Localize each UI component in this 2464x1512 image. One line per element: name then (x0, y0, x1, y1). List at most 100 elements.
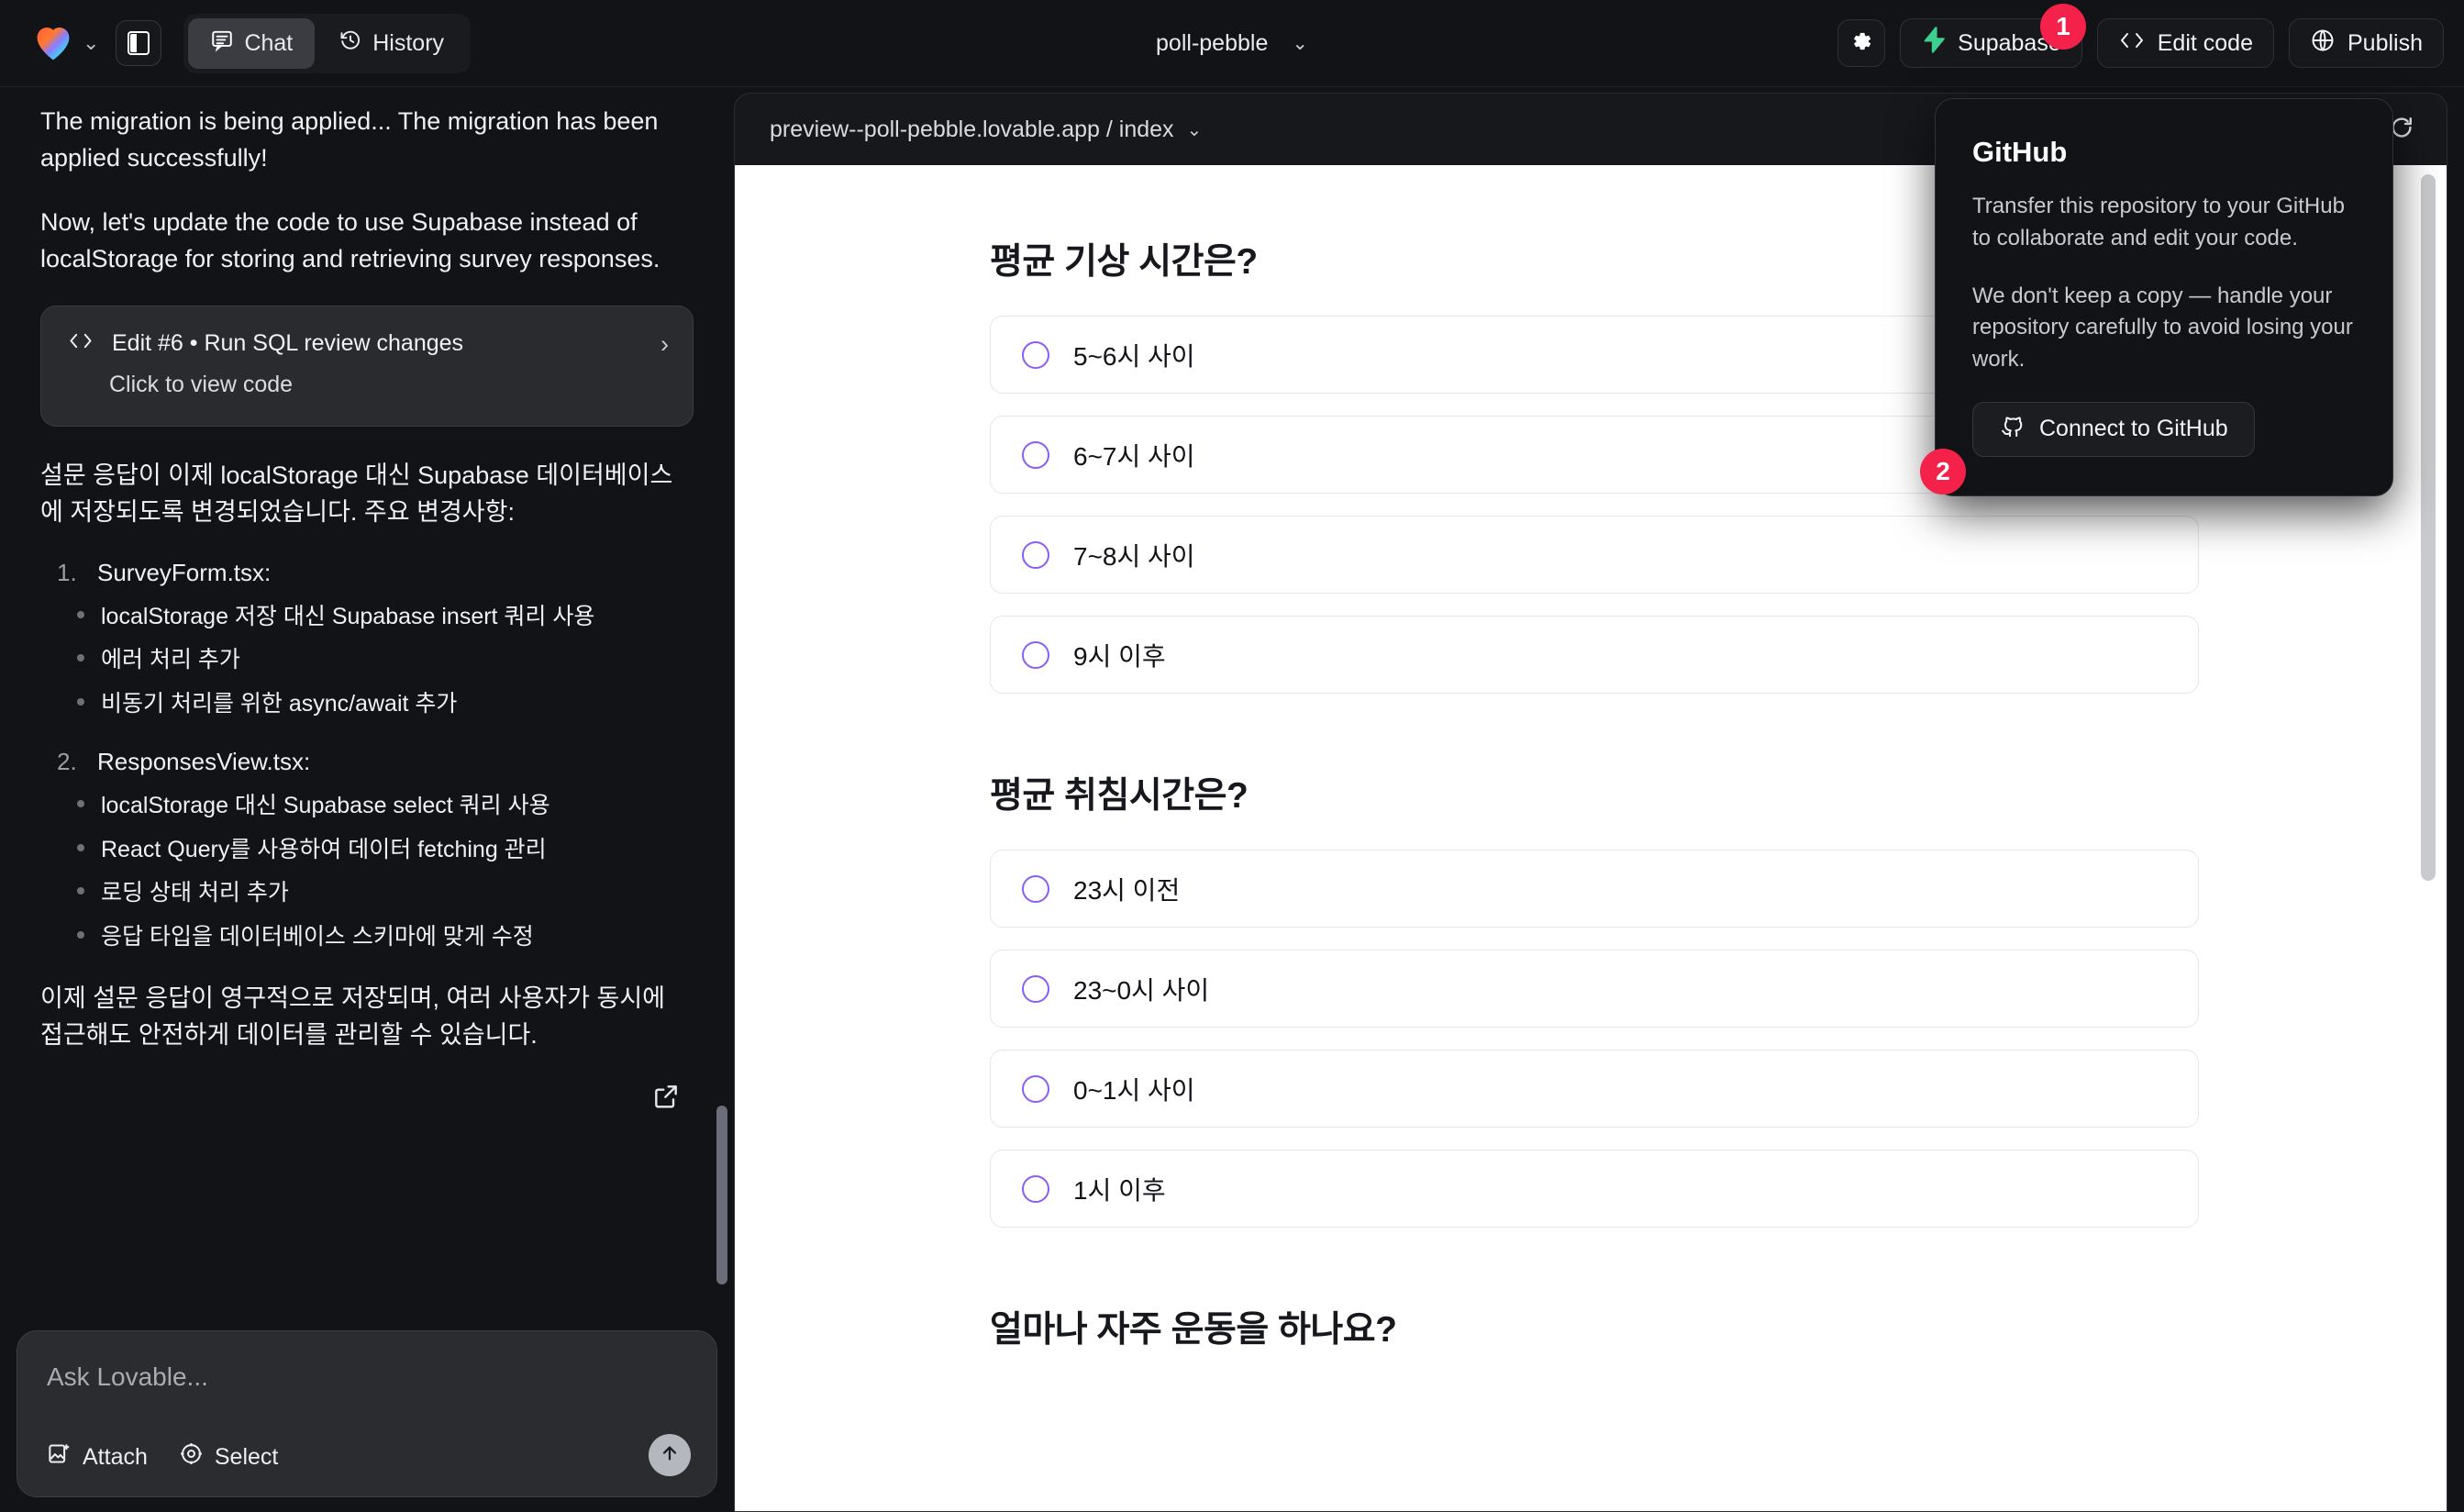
settings-button[interactable] (1837, 19, 1886, 67)
chat-paragraph-3: 설문 응답이 이제 localStorage 대신 Supabase 데이터베이… (40, 461, 673, 526)
option-label: 5~6시 사이 (1073, 341, 1195, 371)
send-button[interactable] (649, 1434, 691, 1476)
github-mark-icon (1999, 413, 2025, 445)
list-item: localStorage 대신 Supabase select 쿼리 사용 (77, 791, 694, 822)
option-row[interactable]: 9시 이후 (990, 616, 2199, 694)
bullet-text: localStorage 대신 Supabase select 쿼리 사용 (101, 792, 550, 818)
bullet-dot-icon (77, 887, 84, 895)
project-selector[interactable]: poll-pebble ⌄ (1156, 30, 1308, 57)
section-heading: ResponsesView.tsx: (97, 747, 311, 775)
option-row[interactable]: 23~0시 사이 (990, 950, 2199, 1028)
bullet-text: 응답 타입을 데이터베이스 스키마에 맞게 수정 (101, 924, 534, 951)
top-bar: ⌄ Chat History poll-pebble ⌄ Supabase Ed… (0, 0, 2464, 87)
option-row[interactable]: 7~8시 사이 (990, 516, 2199, 594)
top-bar-right: Supabase Edit code Publish (1837, 18, 2444, 68)
chat-paragraph-2: Now, let's update the code to use Supaba… (40, 207, 660, 272)
section-bullets: localStorage 대신 Supabase select 쿼리 사용 Re… (40, 791, 694, 953)
arrow-up-icon (660, 1443, 680, 1468)
github-popover-title: GitHub (1972, 136, 2068, 168)
radio-icon[interactable] (1022, 540, 1049, 569)
github-popover-body-1: Transfer this repository to your GitHub … (1972, 194, 2345, 250)
bullet-dot-icon (77, 931, 84, 939)
chat-composer[interactable]: Ask Lovable... Attach Select (17, 1330, 717, 1497)
annotation-badge-2: 2 (1920, 449, 1966, 495)
list-item: 로딩 상태 처리 추가 (77, 878, 694, 909)
gear-icon (1848, 28, 1874, 59)
question-title: 평균 취침시간은? (990, 776, 1249, 816)
section-bullets: localStorage 저장 대신 Supabase insert 쿼리 사용… (40, 602, 694, 720)
list-item: 비동기 처리를 위한 async/await 추가 (77, 689, 694, 720)
sidebar-panel-toggle-button[interactable] (116, 20, 162, 66)
chevron-right-icon: › (660, 329, 669, 358)
select-label: Select (214, 1443, 279, 1470)
bullet-text: 로딩 상태 처리 추가 (101, 880, 289, 906)
open-external-button[interactable] (40, 1082, 694, 1116)
connect-to-github-button[interactable]: Connect to GitHub (1972, 401, 2255, 457)
option-row[interactable]: 0~1시 사이 (990, 1050, 2199, 1128)
history-clock-icon (339, 28, 362, 59)
connect-to-github-label: Connect to GitHub (2039, 416, 2228, 442)
bullet-dot-icon (77, 610, 84, 618)
bullet-text: 비동기 처리를 위한 async/await 추가 (101, 691, 458, 717)
option-label: 23시 이전 (1073, 875, 1181, 905)
list-item: localStorage 저장 대신 Supabase insert 쿼리 사용 (77, 602, 694, 633)
tab-chat-label: Chat (244, 29, 294, 56)
preview-url[interactable]: preview--poll-pebble.lovable.app / index (770, 117, 1174, 143)
radio-icon[interactable] (1022, 874, 1049, 903)
open-external-icon (651, 1082, 681, 1116)
select-button[interactable]: Select (179, 1441, 278, 1473)
supabase-bolt-icon (1921, 27, 1946, 60)
edit-code-button[interactable]: Edit code (2096, 18, 2274, 68)
radio-icon[interactable] (1022, 640, 1049, 669)
chat-input[interactable]: Ask Lovable... (47, 1362, 687, 1392)
attach-label: Attach (83, 1443, 148, 1470)
target-select-icon (179, 1441, 204, 1473)
angle-brackets-icon (67, 330, 94, 356)
chat-paragraph-1: The migration is being applied... The mi… (40, 107, 659, 172)
preview-scrollbar[interactable] (2421, 174, 2436, 881)
app-root: ⌄ Chat History poll-pebble ⌄ Supabase Ed… (0, 0, 2464, 1512)
option-label: 9시 이후 (1073, 641, 1166, 671)
radio-icon[interactable] (1022, 340, 1049, 369)
edit-code-label: Edit code (2157, 29, 2253, 56)
option-label: 23~0시 사이 (1073, 975, 1210, 1005)
section-number: 1. (57, 558, 77, 586)
chat-paragraph-4: 이제 설문 응답이 영구적으로 저장되며, 여러 사용자가 동시에 접근해도 안… (40, 984, 666, 1049)
radio-icon[interactable] (1022, 1174, 1049, 1203)
option-label: 1시 이후 (1073, 1175, 1166, 1205)
bullet-dot-icon (77, 654, 84, 662)
option-label: 6~7시 사이 (1073, 441, 1195, 471)
radio-icon[interactable] (1022, 440, 1049, 469)
chevron-down-icon[interactable]: ⌄ (1187, 118, 1203, 141)
publish-button[interactable]: Publish (2289, 18, 2444, 68)
list-item: 에러 처리 추가 (77, 645, 694, 676)
option-label: 7~8시 사이 (1073, 541, 1195, 571)
chat-bubble-icon (210, 28, 234, 59)
tab-chat[interactable]: Chat (188, 17, 316, 69)
tab-history[interactable]: History (316, 18, 466, 69)
bullet-text: localStorage 저장 대신 Supabase insert 쿼리 사용 (101, 603, 595, 629)
question-title: 얼마나 자주 운동을 하나요? (990, 1310, 1397, 1350)
logo-menu[interactable]: ⌄ (33, 23, 99, 63)
lovable-heart-logo (33, 23, 73, 63)
project-name: poll-pebble (1156, 30, 1269, 56)
option-row[interactable]: 1시 이후 (990, 1150, 2199, 1228)
chat-scrollbar[interactable] (716, 1106, 727, 1284)
edit-card-title: Edit #6 • Run SQL review changes (112, 329, 464, 356)
composer-actions: Attach Select (47, 1441, 687, 1496)
sidebar-panel-icon (128, 31, 150, 55)
chat-message-list: The migration is being applied... The mi… (0, 87, 734, 1330)
attach-button[interactable]: Attach (47, 1441, 148, 1473)
radio-icon[interactable] (1022, 1074, 1049, 1103)
chevron-down-icon: ⌄ (1292, 33, 1308, 54)
chat-sidebar: The migration is being applied... The mi… (0, 87, 734, 1512)
angle-brackets-icon (2118, 29, 2146, 58)
top-bar-left: ⌄ Chat History (33, 13, 472, 73)
image-attach-icon (47, 1441, 72, 1473)
option-row[interactable]: 23시 이전 (990, 850, 2199, 928)
survey-question-3: 얼마나 자주 운동을 하나요? (735, 1301, 2447, 1352)
edit-code-card[interactable]: Edit #6 • Run SQL review changes Click t… (40, 305, 694, 427)
radio-icon[interactable] (1022, 974, 1049, 1003)
